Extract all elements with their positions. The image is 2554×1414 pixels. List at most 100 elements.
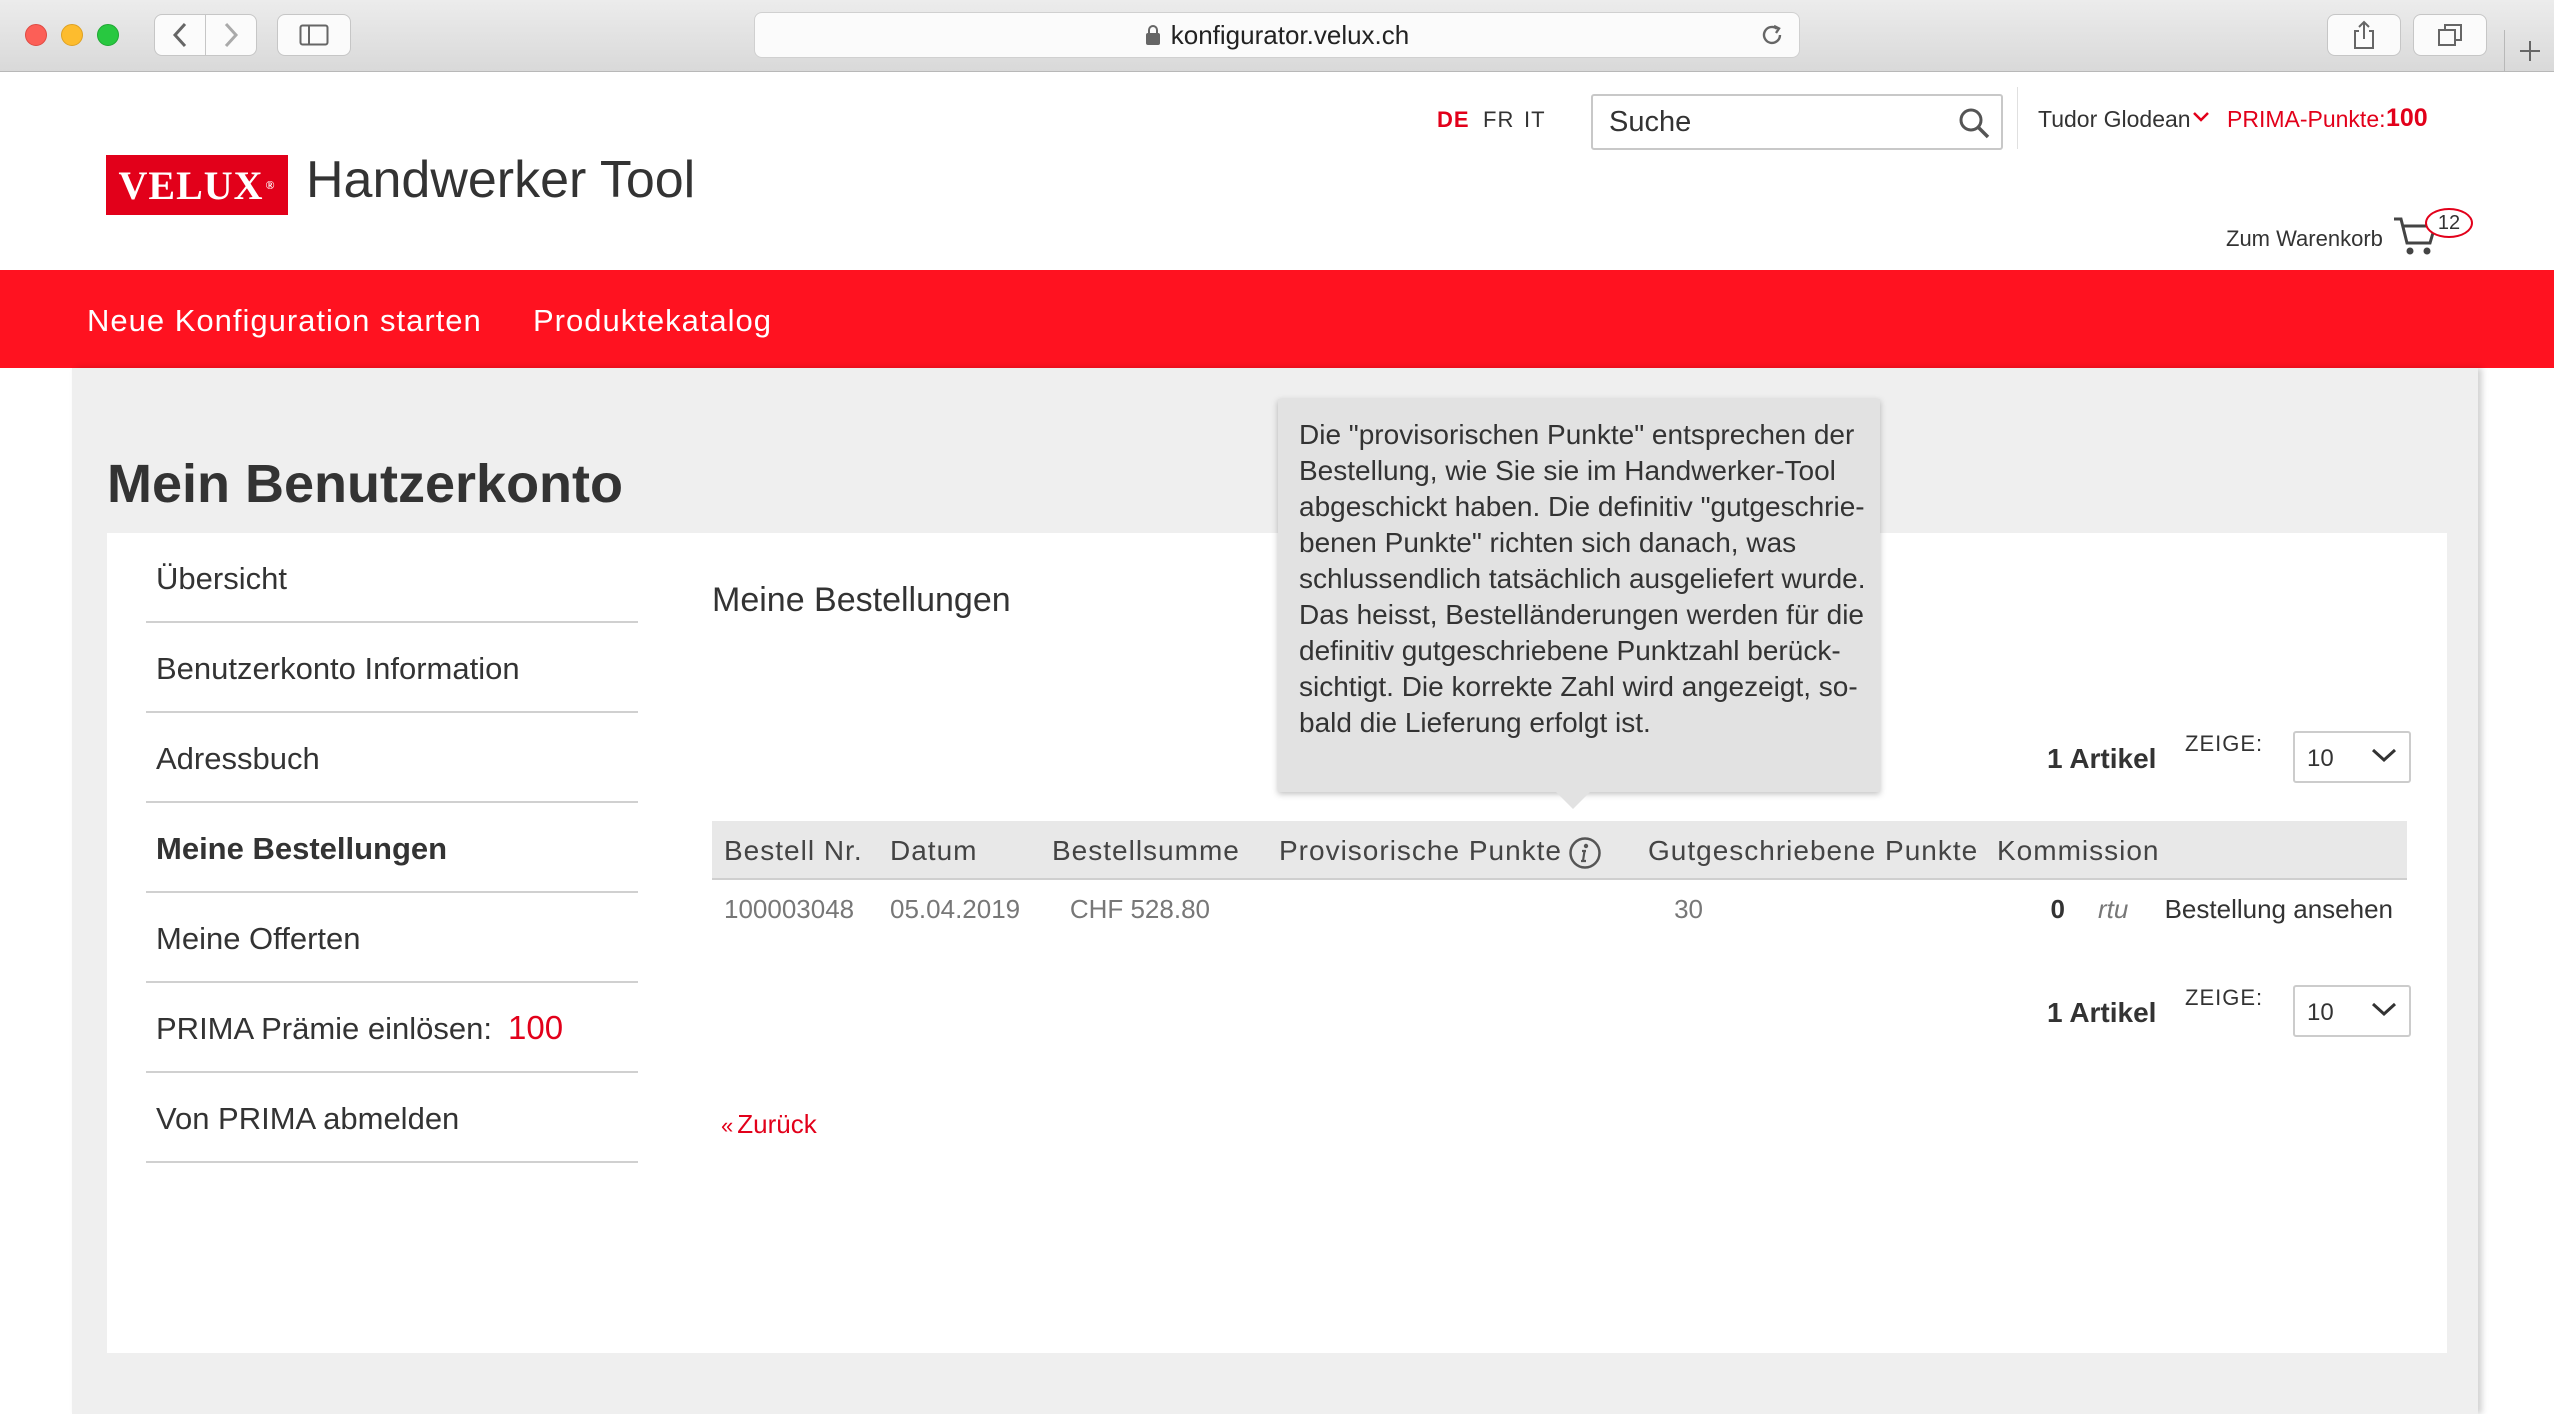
share-button[interactable] [2327,14,2401,56]
col-order-no: Bestell Nr. [724,835,863,866]
provisional-points-tooltip: Die "provisorischen Punkte" entsprechen … [1278,399,1880,792]
menu-item-label: Benutzerkonto Information [156,651,520,686]
search-input[interactable]: Suche [1591,94,2003,150]
pager-top: 1 Artikel ZEIGE: 10 [2047,731,2411,785]
tool-title: Handwerker Tool [306,151,696,209]
col-credited-points: Gutgeschriebene Punkte [1648,835,1979,866]
lock-icon [1145,25,1160,45]
col-date: Datum [890,835,978,866]
nav-product-catalog[interactable]: Produktekatalog [533,303,772,339]
history-nav [154,14,257,56]
info-icon[interactable] [1568,836,1602,870]
page: DE FR IT Suche Tudor Glodean PRIMA-Punkt… [0,73,2554,1414]
close-window-button[interactable] [25,24,47,46]
url-text: konfigurator.velux.ch [1170,19,1410,50]
chevron-down-icon [2371,1002,2397,1017]
forward-button[interactable] [206,15,256,55]
orders-table: Bestell Nr. Datum Bestellsumme Provisori… [712,821,2407,940]
menu-item-label: Von PRIMA abmelden [156,1101,460,1136]
tooltip-line: sichtigt. Die korrekte Zahl wird angezei… [1299,671,1858,702]
velux-logo[interactable]: VELUX ® [106,155,288,215]
search-placeholder: Suche [1609,105,1692,138]
menu-item-overview[interactable]: Übersicht [146,533,638,623]
back-icon [172,22,187,48]
sidebar-toggle-button[interactable] [277,14,351,56]
menu-item-label: PRIMA Prämie einlösen: [156,1011,492,1046]
page-size-select[interactable]: 10 [2293,731,2411,783]
menu-item-my-offers[interactable]: Meine Offerten [146,893,638,983]
lang-it-link[interactable]: IT [1524,107,1546,133]
cart-link[interactable]: Zum Warenkorb [2226,226,2383,252]
order-number: 100003048 [724,894,855,924]
menu-item-label: Übersicht [156,561,287,596]
prima-points-label: PRIMA-Punkte: [2227,106,2386,132]
menu-item-address-book[interactable]: Adressbuch [146,713,638,803]
cart-count-badge: 12 [2425,208,2473,238]
logo-registered-mark: ® [265,177,276,192]
table-row: 100003048 05.04.2019 CHF 528.80 30 0 rtu… [712,880,2407,940]
item-count: 1 Artikel [2047,743,2157,774]
tooltip-line: Das heisst, Bestelländerungen werden für… [1299,599,1865,630]
section-title: Meine Bestellungen [712,581,1011,619]
commission-value: rtu [2098,894,2129,924]
credited-points-value: 0 [2050,894,2065,924]
page-title: Mein Benutzerkonto [107,454,624,514]
view-order-link[interactable]: Bestellung ansehen [2165,894,2393,925]
show-label: ZEIGE: [2185,985,2264,1010]
menu-item-my-orders[interactable]: Meine Bestellungen [146,803,638,893]
menu-item-redeem-prima[interactable]: PRIMA Prämie einlösen: 100 [146,983,638,1073]
minimize-window-button[interactable] [61,24,83,46]
show-tabs-button[interactable] [2413,14,2487,56]
lang-de-link[interactable]: DE [1437,107,1470,133]
tooltip-line: Die "provisorischen Punkte" entsprechen … [1299,419,1855,450]
col-total: Bestellsumme [1052,835,1240,866]
browser-toolbar: konfigurator.velux.ch [0,0,2554,72]
col-commission: Kommission [1997,835,2160,866]
menu-item-account-info[interactable]: Benutzerkonto Information [146,623,638,713]
address-bar[interactable]: konfigurator.velux.ch [754,12,1800,58]
new-tab-icon [2519,41,2540,61]
forward-icon [224,22,239,48]
nav-new-configuration[interactable]: Neue Konfiguration starten [87,303,482,339]
tooltip-line: benen Punkte" richten sich danach, was [1299,527,1797,558]
tooltip-line: definitiv gutgeschriebene Punktzahl berü… [1299,635,1841,666]
pager-bottom: 1 Artikel ZEIGE: 10 [2047,985,2411,1039]
menu-item-unsubscribe-prima[interactable]: Von PRIMA abmelden [146,1073,638,1163]
user-name[interactable]: Tudor Glodean [2038,106,2191,133]
reload-icon[interactable] [1759,22,1785,48]
col-provisional-points: Provisorische Punkte [1279,835,1602,870]
back-link[interactable]: «Zurück [721,1109,817,1140]
menu-item-label: Adressbuch [156,741,320,776]
tooltip-line: schlussendlich tatsächlich ausgeliefert … [1299,563,1866,594]
table-header: Bestell Nr. Datum Bestellsumme Provisori… [712,821,2407,880]
account-panel: Übersicht Benutzerkonto Information Adre… [107,533,2447,1353]
main-nav: Neue Konfiguration starten Produktekatal… [0,270,2554,368]
prima-points-value: 100 [2386,104,2428,132]
search-icon[interactable] [1957,106,1991,140]
zoom-window-button[interactable] [97,24,119,46]
new-tab-button[interactable] [2504,30,2554,72]
account-menu: Übersicht Benutzerkonto Information Adre… [146,533,638,1163]
back-button[interactable] [155,15,205,55]
page-size-value: 10 [2307,999,2334,1026]
tooltip-line: Bestellung, wie Sie sie im Handwerker-To… [1299,455,1836,486]
menu-item-label: Meine Offerten [156,921,361,956]
order-date: 05.04.2019 [890,894,1021,924]
tabs-icon [2438,24,2462,46]
chevron-down-icon [2371,748,2397,763]
divider [2017,87,2018,149]
utility-bar: DE FR IT Suche Tudor Glodean PRIMA-Punkt… [0,87,2554,150]
tooltip-line: abgeschickt haben. Die definitiv "gutges… [1299,491,1865,522]
page-size-value: 10 [2307,745,2334,772]
back-arrow: « [721,1113,734,1138]
show-label: ZEIGE: [2185,731,2264,756]
tooltip-arrow [1555,791,1591,809]
prima-redeem-points: 100 [507,1009,564,1046]
menu-item-label: Meine Bestellungen [156,831,448,866]
order-total: CHF 528.80 [1069,894,1210,924]
item-count: 1 Artikel [2047,997,2157,1028]
sidebar-icon [299,24,329,46]
lang-fr-link[interactable]: FR [1483,107,1514,133]
chevron-down-icon[interactable] [2192,111,2210,123]
page-size-select[interactable]: 10 [2293,985,2411,1037]
